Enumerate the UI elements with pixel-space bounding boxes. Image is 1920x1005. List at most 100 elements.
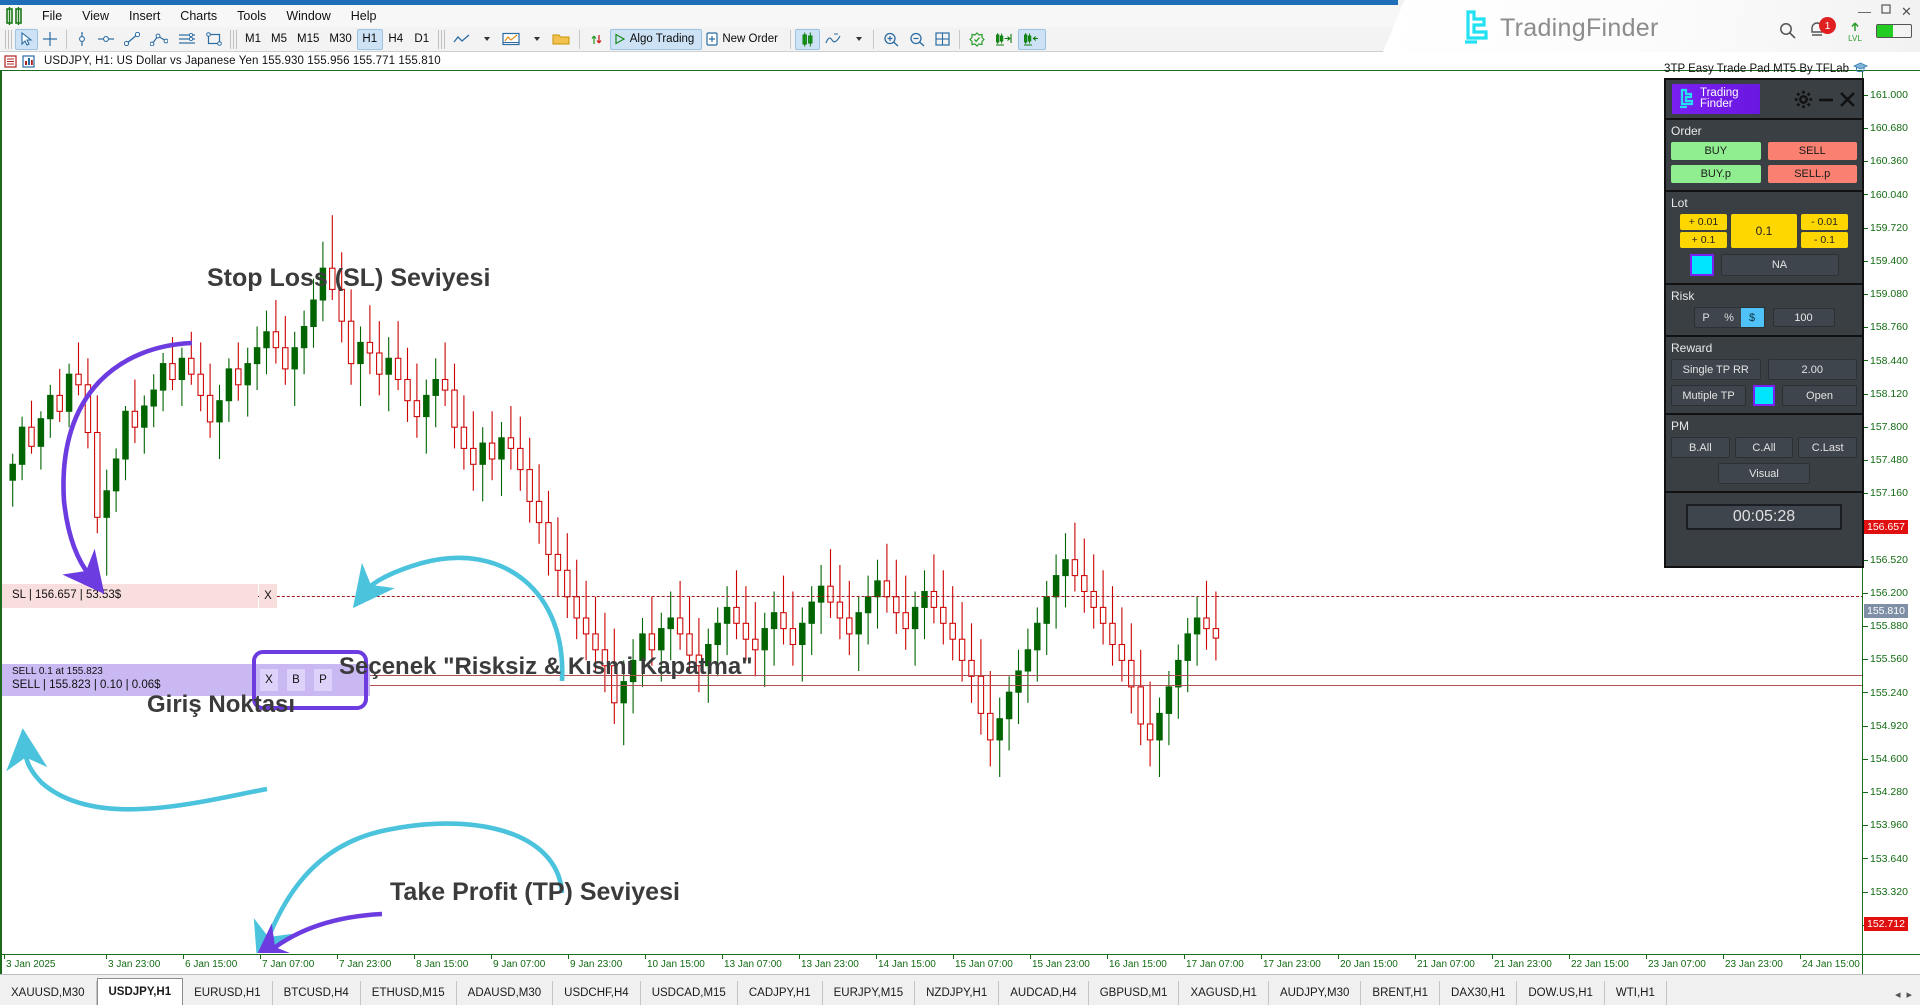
menu-item-help[interactable]: Help <box>341 7 387 25</box>
trade-pad-panel[interactable]: Trading Finder Order BUY SEL <box>1664 78 1864 568</box>
data-window-icon[interactable] <box>4 55 17 68</box>
timeframe-h4[interactable]: H4 <box>383 29 409 50</box>
tab-scroll-prev[interactable]: ◂ <box>1895 988 1901 1001</box>
chart-tab-eurjpy-m15[interactable]: EURJPY,M15 <box>823 981 915 1005</box>
chart-tab-xauusd-m30[interactable]: XAUUSD,M30 <box>0 981 97 1005</box>
risk-value-field[interactable]: 100 <box>1773 308 1835 327</box>
lot-auto-checkbox[interactable] <box>1690 254 1714 276</box>
chart-tab-eurusd-h1[interactable]: EURUSD,H1 <box>183 981 272 1005</box>
timeframe-m5[interactable]: M5 <box>266 29 292 50</box>
menu-item-insert[interactable]: Insert <box>119 7 170 25</box>
chart-tab-dow-us-h1[interactable]: DOW.US,H1 <box>1517 981 1605 1005</box>
window-minimize-button[interactable]: — <box>1858 4 1871 19</box>
pm-breakeven-all-button[interactable]: B.All <box>1671 437 1730 458</box>
risk-mode-money[interactable]: $ <box>1741 308 1764 327</box>
indicator-curve-icon[interactable] <box>820 29 847 50</box>
menu-item-charts[interactable]: Charts <box>170 7 227 25</box>
market-watch-icon[interactable] <box>22 55 35 68</box>
chart-tab-xagusd-h1[interactable]: XAGUSD,H1 <box>1179 981 1268 1005</box>
equidistant-channel-icon[interactable] <box>173 29 201 50</box>
risk-mode-percent[interactable]: % <box>1718 308 1741 327</box>
templates-folder-icon[interactable] <box>547 29 575 50</box>
menu-item-file[interactable]: File <box>32 7 72 25</box>
price-scale[interactable]: 161.000160.680160.360160.040159.720159.4… <box>1862 70 1920 954</box>
tile-windows-icon[interactable] <box>930 29 955 50</box>
autoscroll-icon[interactable] <box>584 29 610 50</box>
indicators-icon[interactable] <box>497 29 525 50</box>
cursor-icon[interactable] <box>15 29 38 50</box>
lot-plus-big-button[interactable]: + 0.1 <box>1680 232 1727 248</box>
lot-value-field[interactable]: 0.1 <box>1731 214 1797 248</box>
pm-close-all-button[interactable]: C.All <box>1735 437 1794 458</box>
risk-mode-segmented[interactable]: P % $ <box>1694 307 1765 328</box>
line-chart-icon[interactable] <box>448 29 475 50</box>
tab-scroll-next[interactable]: ▸ <box>1906 988 1912 1001</box>
lot-minus-big-button[interactable]: - 0.1 <box>1801 232 1848 248</box>
menu-item-window[interactable]: Window <box>276 7 340 25</box>
lot-na-field[interactable]: NA <box>1721 254 1839 276</box>
minimize-icon[interactable] <box>1818 91 1834 107</box>
sell-pending-button[interactable]: SELL.p <box>1768 165 1858 183</box>
chart-tab-gbpusd-m1[interactable]: GBPUSD,M1 <box>1089 981 1180 1005</box>
candles-icon[interactable] <box>795 29 820 50</box>
lvl-icon[interactable]: LVL <box>1846 22 1864 42</box>
reward-open-button[interactable]: Open <box>1782 385 1857 406</box>
gear-icon[interactable] <box>1794 90 1813 109</box>
timeframe-m1[interactable]: M1 <box>240 29 266 50</box>
timeframe-d1[interactable]: D1 <box>409 29 435 50</box>
buy-button[interactable]: BUY <box>1671 142 1761 160</box>
shift-left-icon[interactable] <box>1018 29 1046 50</box>
toolbar-grip[interactable] <box>5 30 12 49</box>
chart-tab-nzdjpy-h1[interactable]: NZDJPY,H1 <box>915 981 999 1005</box>
time-scale[interactable]: 3 Jan 20253 Jan 23:006 Jan 15:007 Jan 07… <box>0 954 1862 974</box>
window-restore-button[interactable] <box>1881 4 1892 15</box>
tab-scroll-controls[interactable]: ◂▸ <box>1895 988 1920 1005</box>
close-icon[interactable] <box>1839 91 1856 108</box>
trendline-icon[interactable] <box>119 29 145 50</box>
shift-right-icon[interactable] <box>990 29 1018 50</box>
chart-type-dropdown-icon[interactable] <box>475 29 497 50</box>
chart-tab-cadjpy-h1[interactable]: CADJPY,H1 <box>738 981 823 1005</box>
chart-tab-usdjpy-h1[interactable]: USDJPY,H1 <box>97 978 184 1005</box>
toolbar-grip-3[interactable] <box>438 30 445 49</box>
chart-tab-btcusd-h4[interactable]: BTCUSD,H4 <box>273 981 361 1005</box>
algo-trading-button[interactable]: Algo Trading <box>610 29 703 50</box>
lot-minus-small-button[interactable]: - 0.01 <box>1801 214 1848 230</box>
window-close-button[interactable]: ✕ <box>1901 4 1912 20</box>
indicator-dropdown-icon[interactable] <box>847 29 869 50</box>
menu-item-tools[interactable]: Tools <box>227 7 276 25</box>
shapes-icon[interactable] <box>201 29 227 50</box>
chart-tab-wti-h1[interactable]: WTI,H1 <box>1605 981 1667 1005</box>
rr-value-field[interactable]: 2.00 <box>1768 359 1858 380</box>
timeframe-h1[interactable]: H1 <box>357 29 383 50</box>
polyline-icon[interactable] <box>145 29 173 50</box>
chart-tab-audjpy-m30[interactable]: AUDJPY,M30 <box>1269 981 1361 1005</box>
zoom-out-icon[interactable] <box>904 29 930 50</box>
chart-tab-dax30-h1[interactable]: DAX30,H1 <box>1440 981 1517 1005</box>
chart-tab-adausd-m30[interactable]: ADAUSD,M30 <box>457 981 554 1005</box>
horizontal-line-icon[interactable] <box>93 29 119 50</box>
chart-tab-usdcad-m15[interactable]: USDCAD,M15 <box>641 981 738 1005</box>
buy-pending-button[interactable]: BUY.p <box>1671 165 1761 183</box>
sell-button[interactable]: SELL <box>1768 142 1858 160</box>
reward-open-checkbox[interactable] <box>1753 385 1775 406</box>
timeframe-m15[interactable]: M15 <box>292 29 324 50</box>
new-order-button[interactable]: New Order <box>702 29 786 50</box>
chart-tab-audcad-h4[interactable]: AUDCAD,H4 <box>999 981 1088 1005</box>
vertical-line-icon[interactable] <box>71 29 93 50</box>
chart-tab-ethusd-m15[interactable]: ETHUSD,M15 <box>361 981 457 1005</box>
indicators-dropdown-icon[interactable] <box>525 29 547 50</box>
pm-close-last-button[interactable]: C.Last <box>1798 437 1857 458</box>
search-icon[interactable] <box>1779 22 1796 39</box>
lot-plus-small-button[interactable]: + 0.01 <box>1680 214 1727 230</box>
multiple-tp-button[interactable]: Mutiple TP <box>1671 385 1746 406</box>
chart-tab-brent-h1[interactable]: BRENT,H1 <box>1361 981 1440 1005</box>
risk-mode-points[interactable]: P <box>1695 308 1718 327</box>
menu-item-view[interactable]: View <box>72 7 119 25</box>
zoom-in-icon[interactable] <box>878 29 904 50</box>
rosette-icon[interactable] <box>964 29 990 50</box>
crosshair-icon[interactable] <box>38 29 62 50</box>
toolbar-grip-2[interactable] <box>230 30 237 49</box>
single-tp-rr-button[interactable]: Single TP RR <box>1671 359 1761 380</box>
pm-visual-button[interactable]: Visual <box>1718 463 1810 484</box>
